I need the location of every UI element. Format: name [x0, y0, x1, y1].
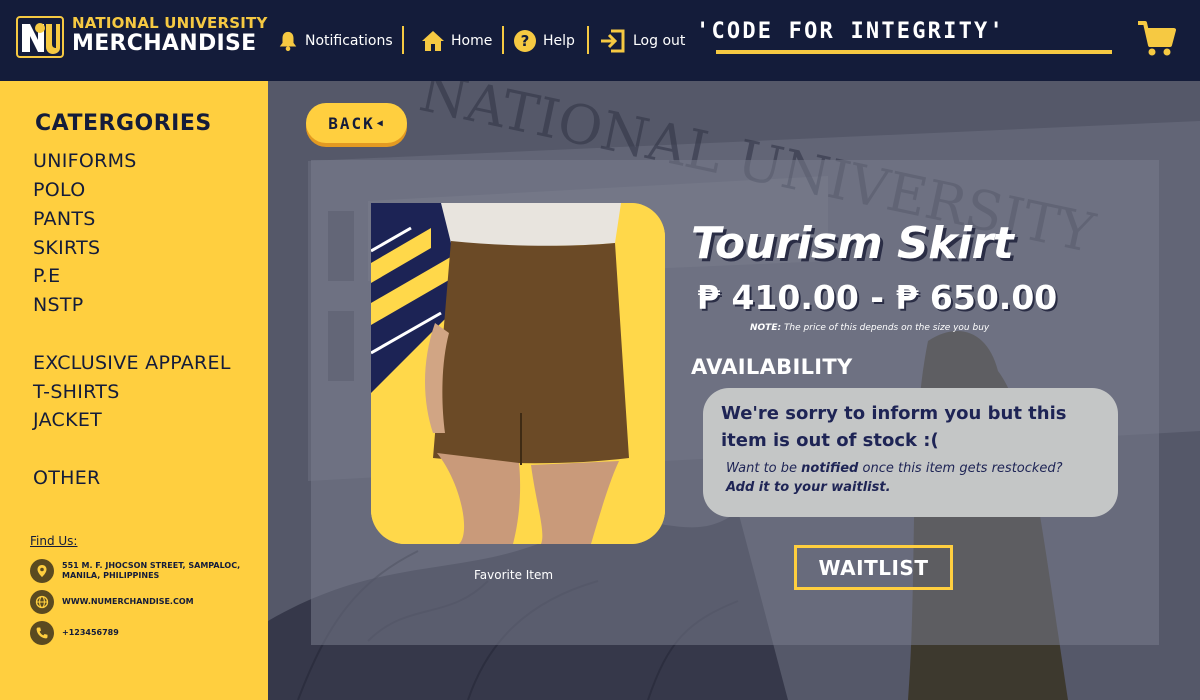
category-nstp[interactable]: NSTP: [33, 294, 84, 316]
tagline-underline: [716, 50, 1112, 54]
waitlist-button-label: WAITLIST: [818, 555, 929, 580]
waitlist-prompt-cta: Add it to your waitlist.: [726, 479, 891, 495]
nu-logo-icon[interactable]: [16, 16, 64, 58]
nav-notifications[interactable]: Notifications: [277, 27, 393, 55]
website-text: WWW.NUMERCHANDISE.COM: [62, 597, 194, 607]
svg-text:?: ?: [521, 32, 530, 50]
logout-icon: [601, 29, 625, 53]
category-sidebar: CATERGORIES UNIFORMS POLO PANTS SKIRTS P…: [0, 81, 268, 700]
phone-text: +123456789: [62, 628, 119, 638]
product-image[interactable]: [371, 203, 665, 544]
category-pants[interactable]: PANTS: [33, 208, 96, 230]
home-icon: [422, 31, 444, 51]
price-note: NOTE: The price of this depends on the s…: [750, 323, 989, 333]
top-header: NATIONAL UNIVERSITY MERCHANDISE Notifica…: [0, 0, 1200, 81]
nav-divider: [402, 26, 404, 54]
nav-help[interactable]: ? Help: [513, 27, 575, 55]
globe-icon: [30, 590, 54, 614]
contact-address: 551 M. F. JHOCSON STREET, SAMPALOC, MANI…: [30, 559, 252, 583]
brand-name[interactable]: NATIONAL UNIVERSITY MERCHANDISE: [72, 16, 268, 55]
nav-logout[interactable]: Log out: [599, 27, 685, 55]
category-tshirts[interactable]: T-SHIRTS: [33, 381, 120, 403]
skirt-product-photo: [371, 203, 665, 544]
bell-icon: [279, 31, 297, 52]
back-button-label: BACK: [328, 113, 375, 133]
out-of-stock-message: We're sorry to inform you but this item …: [721, 403, 1067, 451]
address-text: 551 M. F. JHOCSON STREET, SAMPALOC, MANI…: [62, 561, 241, 580]
back-button[interactable]: BACK ◀: [306, 103, 407, 143]
category-uniforms[interactable]: UNIFORMS: [33, 150, 137, 172]
product-price: ₱ 410.00 - ₱ 650.00: [697, 278, 1058, 317]
category-polo[interactable]: POLO: [33, 179, 85, 201]
caret-left-icon: ◀: [376, 117, 385, 129]
contact-website[interactable]: WWW.NUMERCHANDISE.COM: [30, 590, 252, 614]
categories-title: CATERGORIES: [35, 111, 212, 136]
waitlist-prompt-text-1: Want to be: [726, 461, 802, 476]
price-note-text: The price of this depends on the size yo…: [781, 323, 990, 333]
category-exclusive-apparel[interactable]: EXCLUSIVE APPAREL: [33, 352, 231, 374]
category-skirts[interactable]: SKIRTS: [33, 237, 100, 259]
waitlist-button[interactable]: WAITLIST: [794, 545, 953, 590]
shopping-cart-icon[interactable]: [1136, 18, 1176, 58]
waitlist-prompt-text-2: once this item gets restocked?: [858, 461, 1063, 476]
nav-help-label: Help: [543, 33, 575, 49]
nav-divider: [502, 26, 504, 54]
help-icon: ?: [514, 30, 536, 52]
category-jacket[interactable]: JACKET: [33, 409, 102, 431]
contact-phone[interactable]: +123456789: [30, 621, 252, 645]
favorite-item-caption: Favorite Item: [474, 568, 554, 582]
nav-notifications-label: Notifications: [305, 33, 393, 49]
product-title: Tourism Skirt: [691, 218, 1014, 269]
price-note-label: NOTE:: [750, 323, 782, 333]
waitlist-prompt: Want to be notified once this item gets …: [726, 460, 1106, 498]
brand-bottom-text: MERCHANDISE: [72, 31, 257, 56]
find-us-heading: Find Us:: [30, 534, 78, 548]
nav-divider: [587, 26, 589, 54]
waitlist-prompt-bold: notified: [801, 461, 859, 476]
brand-top-text: NATIONAL UNIVERSITY: [72, 14, 268, 32]
availability-heading: AVAILABILITY: [691, 355, 853, 379]
nav-logout-label: Log out: [633, 33, 686, 49]
category-other[interactable]: OTHER: [33, 467, 101, 489]
phone-icon: [30, 621, 54, 645]
nav-home[interactable]: Home: [421, 27, 492, 55]
category-pe[interactable]: P.E: [33, 265, 60, 287]
nav-home-label: Home: [451, 33, 493, 49]
location-pin-icon: [30, 559, 54, 583]
tagline-text: 'CODE FOR INTEGRITY': [696, 19, 1005, 44]
